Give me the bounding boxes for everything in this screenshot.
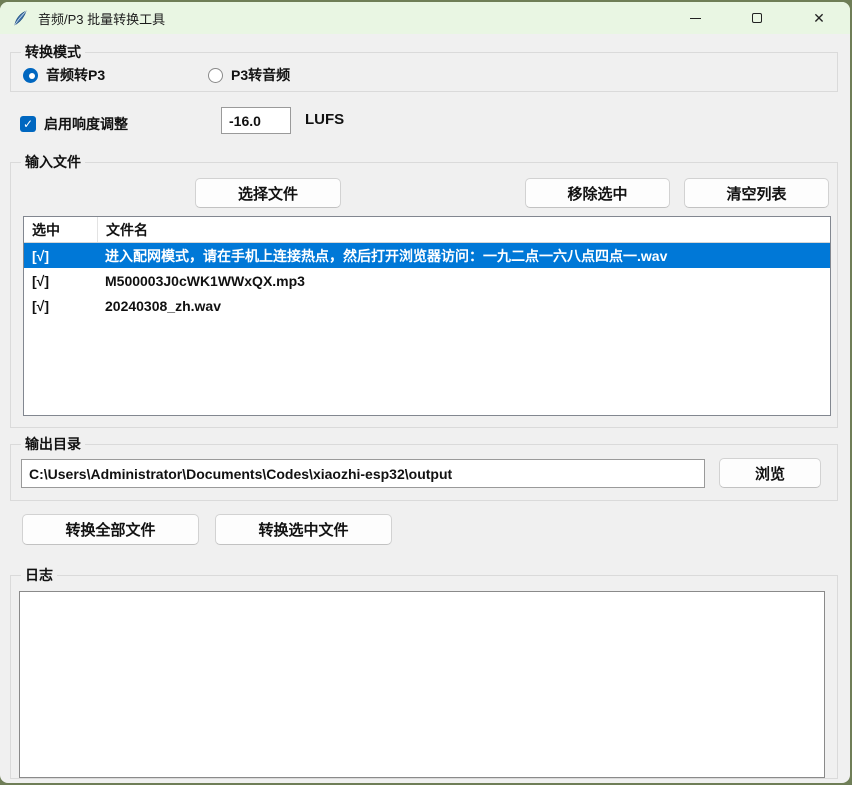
lufs-value-input[interactable]: [221, 107, 291, 134]
radio-audio-to-p3-label: 音频转P3: [46, 65, 105, 85]
row-check-cell: [√]: [24, 298, 98, 314]
loudness-checkbox-label: 启用响度调整: [44, 114, 128, 134]
loudness-checkbox[interactable]: ✓: [20, 116, 36, 132]
browse-button[interactable]: 浏览: [719, 458, 821, 488]
file-list-table: 选中 文件名 [√] 进入配网模式，请在手机上连接热点，然后打开浏览器访问：一九…: [23, 216, 831, 416]
convert-selected-button[interactable]: 转换选中文件: [215, 514, 392, 545]
output-dir-label: 输出目录: [21, 435, 85, 454]
titlebar[interactable]: 音频/P3 批量转换工具 ✕: [0, 2, 850, 34]
conversion-mode-label: 转换模式: [21, 43, 85, 62]
input-files-group: 输入文件 选择文件 移除选中 清空列表 选中 文件名 [√] 进入配网模式，请在…: [10, 162, 838, 428]
radio-unselected-icon: [208, 68, 223, 83]
maximize-icon: [752, 13, 762, 23]
remove-selected-button[interactable]: 移除选中: [525, 178, 670, 208]
radio-audio-to-p3[interactable]: 音频转P3: [23, 65, 105, 85]
close-button[interactable]: ✕: [788, 2, 850, 34]
output-path-input[interactable]: [21, 459, 705, 488]
table-row[interactable]: [√] 20240308_zh.wav: [24, 293, 830, 318]
table-row[interactable]: [√] M500003J0cWK1WWxQX.mp3: [24, 268, 830, 293]
row-filename-cell: 进入配网模式，请在手机上连接热点，然后打开浏览器访问：一九二点一六八点四点一.w…: [98, 246, 830, 266]
header-checked-column[interactable]: 选中: [24, 217, 98, 242]
row-check-cell: [√]: [24, 248, 98, 264]
log-group: 日志: [10, 575, 838, 779]
select-files-button[interactable]: 选择文件: [195, 178, 341, 208]
table-row[interactable]: [√] 进入配网模式，请在手机上连接热点，然后打开浏览器访问：一九二点一六八点四…: [24, 243, 830, 268]
radio-selected-icon: [23, 68, 38, 83]
python-feather-icon: [12, 10, 28, 26]
header-filename-column[interactable]: 文件名: [98, 217, 830, 242]
output-dir-group: 输出目录 浏览: [10, 444, 838, 501]
radio-p3-to-audio-label: P3转音频: [231, 65, 290, 85]
window-title: 音频/P3 批量转换工具: [38, 9, 165, 28]
conversion-mode-group: 转换模式 音频转P3 P3转音频: [10, 52, 838, 92]
radio-p3-to-audio[interactable]: P3转音频: [208, 65, 290, 85]
input-files-label: 输入文件: [21, 153, 85, 172]
loudness-row: ✓ 启用响度调整: [20, 110, 128, 138]
lufs-unit-label: LUFS: [305, 111, 344, 128]
convert-all-button[interactable]: 转换全部文件: [22, 514, 199, 545]
minimize-icon: [690, 18, 701, 19]
file-list-header: 选中 文件名: [24, 217, 830, 243]
row-filename-cell: 20240308_zh.wav: [98, 298, 830, 314]
app-window: 音频/P3 批量转换工具 ✕ 转换模式 音频转P3 P3转音频 ✓ 启用响度调整…: [0, 2, 850, 783]
row-filename-cell: M500003J0cWK1WWxQX.mp3: [98, 273, 830, 289]
close-icon: ✕: [813, 11, 825, 25]
clear-list-button[interactable]: 清空列表: [684, 178, 829, 208]
row-check-cell: [√]: [24, 273, 98, 289]
minimize-button[interactable]: [664, 2, 726, 34]
log-label: 日志: [21, 566, 57, 585]
log-textarea[interactable]: [19, 591, 825, 778]
maximize-button[interactable]: [726, 2, 788, 34]
